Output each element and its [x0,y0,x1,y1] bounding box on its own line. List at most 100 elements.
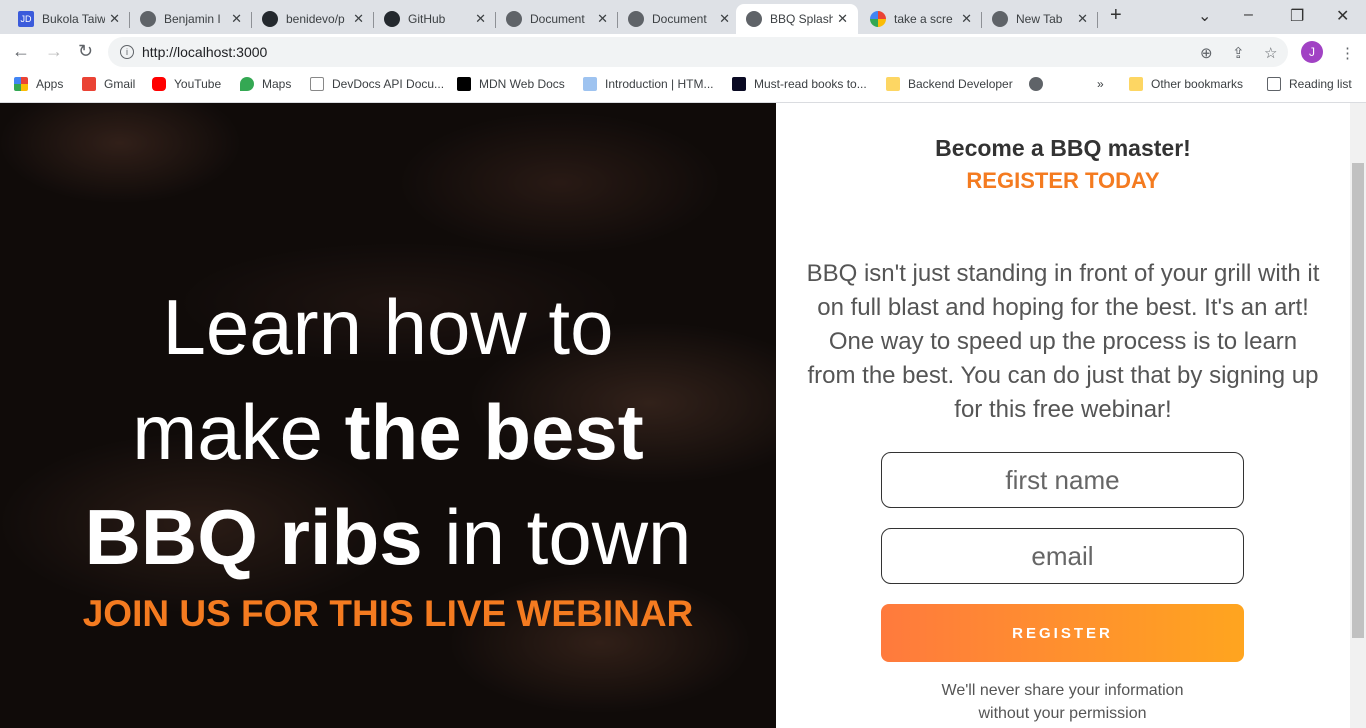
bookmark-label: Other bookmarks [1151,77,1244,91]
globe-icon [1029,77,1043,91]
bookmark-label: Maps [262,77,292,91]
folder-icon [1129,77,1143,91]
restore-button[interactable]: ❐ [1290,6,1304,26]
bookmark-must-read[interactable]: Must-read books to... [732,77,867,91]
tab-search-icon[interactable]: ⌄ [1198,6,1211,26]
apps-icon [14,77,28,91]
bookmark-devdocs[interactable]: DevDocs API Docu... [310,77,444,91]
back-icon[interactable]: ← [12,41,30,62]
headline-text: make [132,388,345,476]
tab-active[interactable]: BBQ Splash ✕ [736,4,858,34]
tab[interactable]: New Tab ✕ [982,4,1098,34]
close-icon[interactable]: ✕ [719,11,730,27]
intro-icon [583,77,597,91]
headline-bold: BBQ ribs [84,493,423,581]
close-icon[interactable]: ✕ [961,11,972,27]
forward-icon[interactable]: → [45,41,63,62]
maps-icon [240,77,254,91]
zoom-icon[interactable]: ⊕ [1200,44,1213,62]
tab-title: GitHub [408,12,446,26]
folder-icon [886,77,900,91]
devdocs-icon [310,77,324,91]
globe-icon [746,11,762,27]
close-icon[interactable]: ✕ [475,11,486,27]
toolbar: ← → ↻ i http://localhost:3000 ⊕ ⇪ ☆ J ⋮ [0,34,1366,70]
freecodecamp-icon [732,77,746,91]
bookmark-label: DevDocs API Docu... [332,77,445,91]
youtube-icon [152,77,166,91]
more-bookmarks[interactable]: » [1097,77,1104,91]
close-icon[interactable]: ✕ [109,11,120,27]
tab[interactable]: GitHub ✕ [374,4,496,34]
email-input[interactable] [881,528,1244,584]
bookmarks-bar: Apps Gmail YouTube Maps DevDocs API Docu… [0,70,1366,103]
bookmark-label: Must-read books to... [754,77,867,91]
tab-title: Benjamin I [164,12,221,26]
bookmark-maps[interactable]: Maps [240,77,291,91]
bookmark-backend[interactable]: Backend Developer [886,77,1013,91]
bookmark-mdn[interactable]: MDN Web Docs [457,77,565,91]
close-icon[interactable]: ✕ [231,11,242,27]
form-title: Become a BBQ master! [935,135,1191,161]
bookmark-apps[interactable]: Apps [14,77,63,91]
jd-icon: JD [18,11,34,27]
tab[interactable]: benidevo/p ✕ [252,4,374,34]
bookmark-label: YouTube [174,77,222,91]
headline-line: Learn how to [162,283,614,371]
new-tab-button[interactable]: + [1110,4,1122,27]
close-icon[interactable]: ✕ [1077,11,1088,27]
github-icon [262,11,278,27]
headline-bold: the best [344,388,644,476]
star-icon[interactable]: ☆ [1264,44,1277,62]
hero: Learn how to make the best BBQ ribs in t… [0,103,776,728]
address-bar[interactable]: i http://localhost:3000 [108,37,1288,67]
bookmark-label: MDN Web Docs [479,77,565,91]
mdn-icon [457,77,471,91]
scrollbar[interactable] [1350,103,1366,728]
google-icon [870,11,886,27]
bookmark-label: Gmail [104,77,136,91]
headline-line: make the best [0,380,776,485]
close-icon[interactable]: ✕ [597,11,608,27]
registration-panel: Become a BBQ master! REGISTER TODAY BBQ … [776,103,1350,728]
close-window-button[interactable]: ✕ [1336,6,1349,26]
close-icon[interactable]: ✕ [353,11,364,27]
tab[interactable]: JD Bukola Taiwo✕ [8,4,130,34]
github-icon [384,11,400,27]
bookmark-gmail[interactable]: Gmail [82,77,135,91]
privacy-note: We'll never share your information witho… [941,682,1184,722]
menu-icon[interactable]: ⋮ [1340,44,1355,62]
bookmark-introduction[interactable]: Introduction | HTM... [583,77,714,91]
info-icon[interactable]: i [120,45,134,59]
reload-icon[interactable]: ↻ [78,41,93,62]
tab-title: take a scre [894,12,953,26]
bookmark-label: Reading list [1289,77,1352,91]
tab-title: New Tab [1016,12,1063,26]
close-icon[interactable]: ✕ [837,11,848,27]
first-name-input[interactable] [881,452,1244,508]
tab[interactable]: take a scre ✕ [860,4,982,34]
reading-list[interactable]: Reading list [1267,77,1352,91]
tab-title: BBQ Splash [770,12,834,26]
tab[interactable]: Document ✕ [496,4,618,34]
bookmark-youtube[interactable]: YouTube [152,77,221,91]
headline-text: in town [422,493,692,581]
share-icon[interactable]: ⇪ [1232,44,1245,62]
bookmark-label: Apps [36,77,64,91]
bookmark-other[interactable]: Other bookmarks [1129,77,1243,91]
bookmark-globe[interactable] [1029,77,1051,91]
scrollbar-thumb[interactable] [1352,163,1364,638]
tab-bar: JDBukola Taiwo✕ Benjamin I✕ benidevo/p✕ … [0,0,1366,34]
tab-title: benidevo/p [286,12,345,26]
headline-line: BBQ ribs in town [0,485,776,590]
form-subtitle: REGISTER TODAY [966,168,1160,193]
minimize-button[interactable]: – [1244,6,1253,24]
reading-list-icon [1267,77,1281,91]
globe-icon [506,11,522,27]
avatar[interactable]: J [1301,41,1323,63]
globe-icon [628,11,644,27]
tab[interactable]: Benjamin I ✕ [130,4,252,34]
chrome-icon [992,11,1008,27]
tab[interactable]: Document ✕ [618,4,740,34]
register-button[interactable]: REGISTER [881,604,1244,662]
